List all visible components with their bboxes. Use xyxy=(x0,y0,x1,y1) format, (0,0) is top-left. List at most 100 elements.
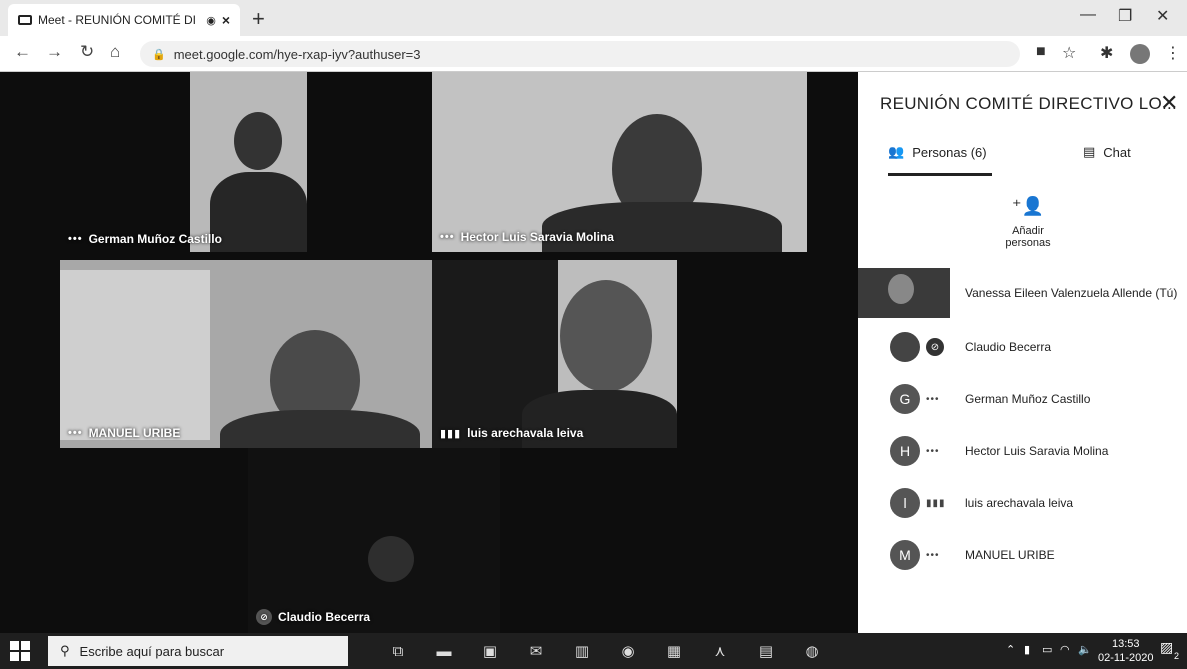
taskbar-clock[interactable]: 13:53 02-11-2020 xyxy=(1098,637,1153,665)
tab-chat-label: Chat xyxy=(1103,144,1131,160)
tab-people[interactable]: 👥 Personas (6) xyxy=(888,144,987,160)
add-person-icon: ⁺👤 xyxy=(1012,196,1044,216)
self-video-thumbnail xyxy=(858,268,950,318)
meeting-details-panel: REUNIÓN COMITÉ DIRECTIVO LO... ✕ 👥 Perso… xyxy=(858,72,1187,633)
address-bar[interactable]: 🔒 meet.google.com/hye-rxap-iyv?authuser=… xyxy=(140,41,1020,67)
participant-silhouette xyxy=(542,202,782,252)
mail-icon[interactable]: ✉ xyxy=(524,639,548,663)
word-icon[interactable]: ▤ xyxy=(754,639,778,663)
active-tab-indicator xyxy=(888,173,992,176)
home-icon[interactable]: ⌂ xyxy=(110,42,120,62)
close-tab-icon[interactable]: × xyxy=(222,12,230,28)
list-item[interactable]: H ••• Hector Luis Saravia Molina xyxy=(858,426,1187,476)
participant-label: ▮▮▮ luis arechavala leiva xyxy=(440,426,583,440)
participant-name: Claudio Becerra xyxy=(278,610,371,624)
bookshelf-background xyxy=(60,270,210,440)
video-tile[interactable]: ⊘ Claudio Becerra xyxy=(248,448,500,633)
video-tile[interactable]: ••• MANUEL URIBE xyxy=(60,260,432,448)
search-placeholder: Escribe aquí para buscar xyxy=(79,643,225,659)
tab-chat[interactable]: ▤ Chat xyxy=(1083,144,1131,160)
battery-icon[interactable]: ▭ xyxy=(1042,643,1052,656)
search-icon: ⚲ xyxy=(60,643,70,658)
minimize-icon[interactable]: — xyxy=(1080,6,1096,24)
video-grid: ••• German Muñoz Castillo ••• Hector Lui… xyxy=(0,72,858,633)
meeting-title: REUNIÓN COMITÉ DIRECTIVO LO... xyxy=(880,94,1178,113)
back-icon[interactable]: ← xyxy=(14,42,31,62)
video-tile[interactable]: ••• Hector Luis Saravia Molina xyxy=(432,72,807,252)
browser-tab-title: Meet - REUNIÓN COMITÉ DI xyxy=(38,13,197,27)
more-options-icon[interactable]: ••• xyxy=(926,446,940,457)
wifi-icon[interactable]: ◠ xyxy=(1060,643,1070,656)
app-l-icon[interactable]: ▥ xyxy=(570,639,594,663)
add-people-label: Añadir personas xyxy=(1005,225,1051,249)
chat-icon: ▤ xyxy=(1083,144,1096,159)
tab-people-label: Personas (6) xyxy=(912,144,987,160)
add-people-button[interactable]: ⁺👤 Añadir personas xyxy=(993,196,1063,249)
volume-icon[interactable]: 🔈 xyxy=(1078,643,1092,656)
more-options-icon[interactable]: ••• xyxy=(440,231,455,243)
more-options-icon[interactable]: ••• xyxy=(926,394,940,405)
profile-avatar[interactable] xyxy=(1130,44,1150,64)
chrome-icon[interactable]: ◉ xyxy=(616,639,640,663)
list-item[interactable]: l ▮▮▮ luis arechavala leiva xyxy=(858,478,1187,528)
taskbar-search-box[interactable]: ⚲ Escribe aquí para buscar xyxy=(48,636,348,666)
video-tile[interactable]: ▮▮▮ luis arechavala leiva xyxy=(432,260,677,448)
file-explorer-icon[interactable]: ▬ xyxy=(432,639,456,663)
more-options-icon[interactable]: ••• xyxy=(926,550,940,561)
task-view-icon[interactable]: ⧉ xyxy=(386,639,410,663)
chevron-up-icon[interactable]: ⌃ xyxy=(1006,643,1015,656)
participant-name: MANUEL URIBE xyxy=(88,426,181,440)
acrobat-icon[interactable]: ⋏ xyxy=(708,639,732,663)
more-options-icon[interactable]: ••• xyxy=(68,233,83,245)
list-item[interactable]: G ••• German Muñoz Castillo xyxy=(858,374,1187,424)
bookmark-star-icon[interactable]: ☆ xyxy=(1062,43,1076,63)
maximize-icon[interactable]: ❐ xyxy=(1118,6,1132,26)
address-url: meet.google.com/hye-rxap-iyv?authuser=3 xyxy=(173,46,421,62)
audio-playing-icon: ◉ xyxy=(206,14,216,27)
new-tab-button[interactable]: + xyxy=(252,6,265,32)
list-item[interactable]: Vanessa Eileen Valenzuela Allende (Tú) xyxy=(858,268,1187,318)
avatar: H xyxy=(890,436,920,466)
forward-icon[interactable]: → xyxy=(46,42,63,62)
browser-tab[interactable]: Meet - REUNIÓN COMITÉ DI ◉ × xyxy=(8,4,240,36)
windows-taskbar: ⚲ Escribe aquí para buscar ⧉ ▬ ▣ ✉ ▥ ◉ ▦… xyxy=(0,633,1187,669)
avatar: G xyxy=(890,384,920,414)
avatar xyxy=(890,332,920,362)
participant-name: Hector Luis Saravia Molina xyxy=(460,230,614,244)
app-icon[interactable]: ◍ xyxy=(800,639,824,663)
reload-icon[interactable]: ↻ xyxy=(80,42,94,62)
more-options-icon[interactable]: ••• xyxy=(68,427,83,439)
participant-label: ••• German Muñoz Castillo xyxy=(68,232,222,246)
excel-icon[interactable]: ▦ xyxy=(662,639,686,663)
participant-name: Claudio Becerra xyxy=(965,340,1052,354)
notification-count: 2 xyxy=(1174,651,1180,661)
list-item[interactable]: ⊘ Claudio Becerra xyxy=(858,322,1187,372)
browser-tab-strip: Meet - REUNIÓN COMITÉ DI ◉ × + — ❐ ✕ xyxy=(0,0,1187,36)
participant-name: MANUEL URIBE xyxy=(965,548,1055,562)
participant-silhouette xyxy=(220,410,420,448)
store-icon[interactable]: ▣ xyxy=(478,639,502,663)
browser-toolbar: ← → ↻ ⌂ 🔒 meet.google.com/hye-rxap-iyv?a… xyxy=(0,36,1187,72)
participant-silhouette xyxy=(234,112,282,170)
avatar: l xyxy=(890,488,920,518)
participant-name: luis arechavala leiva xyxy=(965,496,1074,510)
camera-in-use-icon[interactable]: ■ xyxy=(1036,43,1046,61)
video-feed xyxy=(248,448,500,633)
close-window-icon[interactable]: ✕ xyxy=(1156,6,1169,26)
clock-date: 02-11-2020 xyxy=(1098,652,1154,664)
mic-off-icon: ⊘ xyxy=(926,338,944,356)
list-item[interactable]: M ••• MANUEL URIBE xyxy=(858,530,1187,580)
lock-icon: 🔒 xyxy=(152,48,166,61)
participant-name: German Muñoz Castillo xyxy=(965,392,1091,406)
close-panel-icon[interactable]: ✕ xyxy=(1160,90,1178,116)
participant-silhouette xyxy=(560,280,652,392)
people-icon: 👥 xyxy=(888,144,905,159)
browser-menu-icon[interactable]: ⋮ xyxy=(1165,43,1181,63)
network-icon[interactable]: ▮ xyxy=(1024,643,1030,656)
clock-time: 13:53 xyxy=(1111,638,1140,650)
mic-off-icon: ⊘ xyxy=(256,609,272,625)
windows-start-button[interactable] xyxy=(10,641,30,661)
notification-center-icon[interactable]: ▨ xyxy=(1160,639,1173,656)
extensions-icon[interactable]: ✱ xyxy=(1100,43,1113,63)
system-tray: ⌃ ▮ ▭ ◠ 🔈 13:53 02-11-2020 ▨ 2 xyxy=(1000,633,1187,669)
